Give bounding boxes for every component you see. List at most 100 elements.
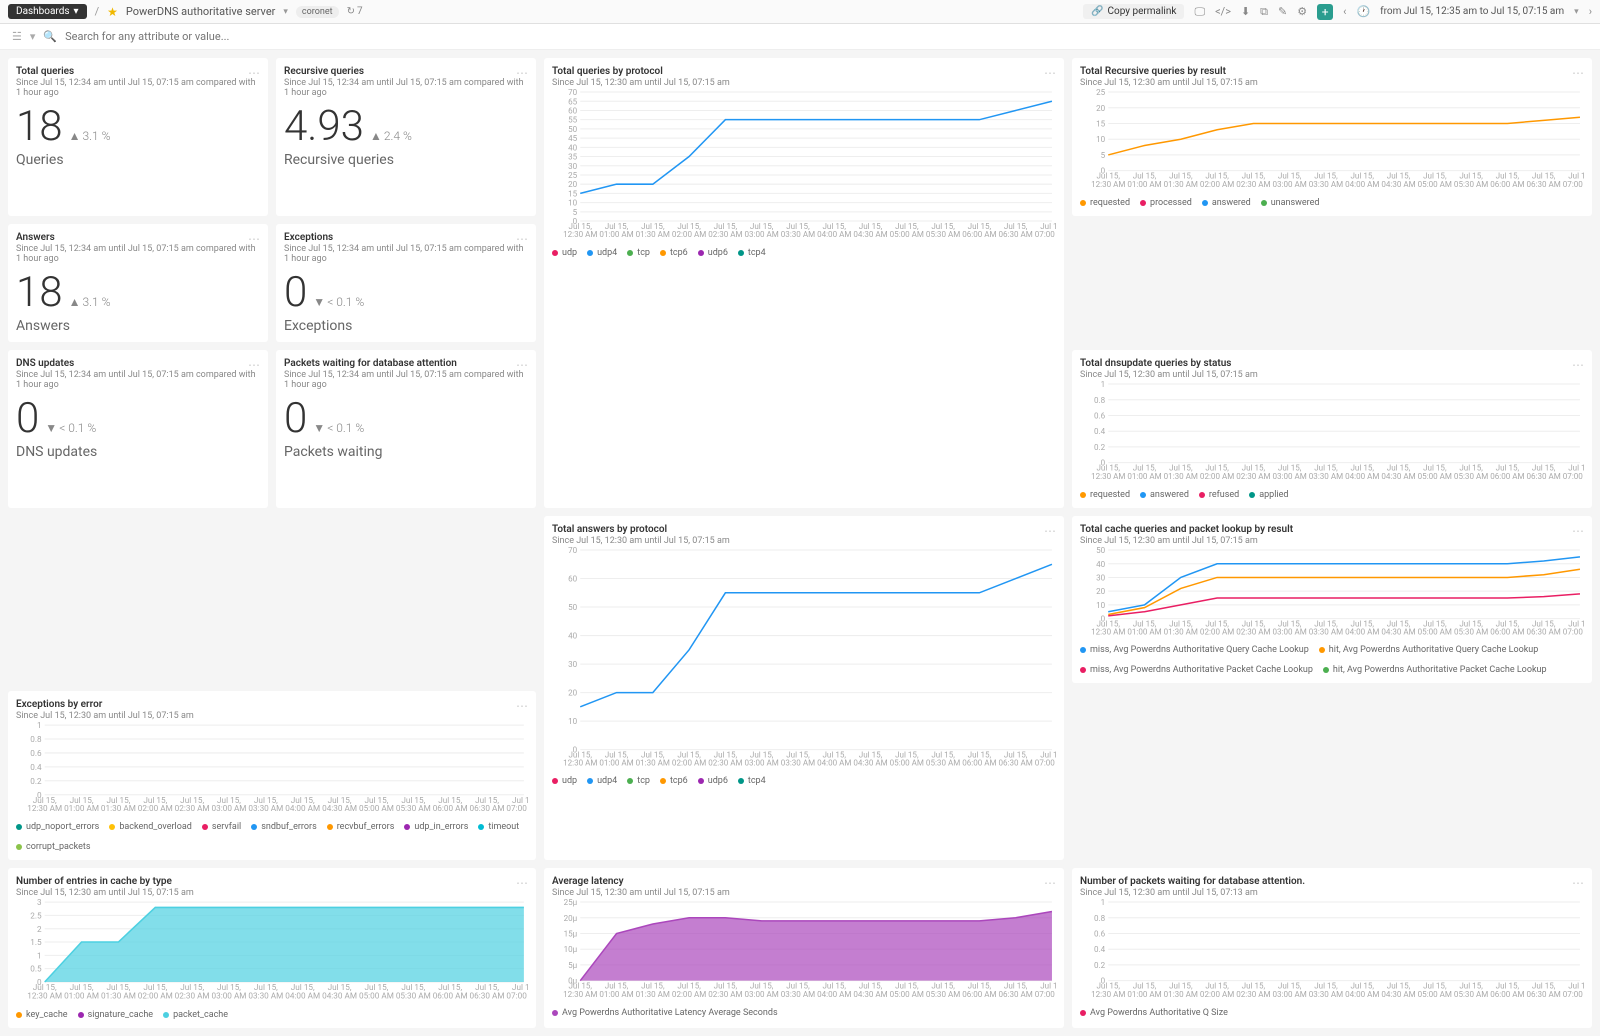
legend-item[interactable]: udp_noport_errors: [16, 822, 99, 832]
download-icon[interactable]: ⬇: [1241, 5, 1250, 18]
panel-menu-icon[interactable]: ⋯: [516, 66, 528, 80]
legend-item[interactable]: sndbuf_errors: [251, 822, 317, 832]
panel-menu-icon[interactable]: ⋯: [1572, 66, 1584, 80]
panel-menu-icon[interactable]: ⋯: [1572, 524, 1584, 538]
code-icon[interactable]: </>: [1215, 5, 1231, 18]
legend-item[interactable]: unanswered: [1261, 198, 1320, 208]
chart[interactable]: 00.20.40.60.81Jul 15,12:30 AMJul 15,01:0…: [1080, 380, 1584, 481]
svg-text:03:00 AM: 03:00 AM: [1273, 990, 1307, 999]
chevron-down-icon[interactable]: ▾: [1574, 7, 1579, 17]
panel-exceptions-by-error: Exceptions by error Since Jul 15, 12:30 …: [8, 691, 536, 860]
panel-menu-icon[interactable]: ⋯: [516, 699, 528, 713]
legend-item[interactable]: recvbuf_errors: [327, 822, 395, 832]
legend-item[interactable]: udp_in_errors: [404, 822, 468, 832]
settings-icon[interactable]: ⚙: [1297, 5, 1307, 18]
copy-permalink-button[interactable]: 🔗 Copy permalink: [1083, 4, 1184, 19]
refresh-indicator[interactable]: ↻ 7: [347, 6, 363, 17]
legend-item[interactable]: tcp: [627, 248, 650, 258]
svg-text:02:00 AM: 02:00 AM: [138, 991, 173, 1001]
svg-text:06:30 AM: 06:30 AM: [999, 758, 1033, 767]
filter-icon[interactable]: ☱: [12, 30, 22, 43]
copy-icon[interactable]: ⧉: [1260, 5, 1268, 19]
monitor-icon[interactable]: 🖵: [1194, 5, 1205, 19]
legend-item[interactable]: applied: [1249, 490, 1288, 500]
chart[interactable]: 00.511.522.53Jul 15,12:30 AMJul 15,01:00…: [16, 898, 528, 1000]
star-icon[interactable]: ★: [107, 5, 118, 19]
chart[interactable]: 00.20.40.60.81Jul 15,12:30 AMJul 15,01:0…: [16, 721, 528, 813]
chart[interactable]: 0510152025Jul 15,12:30 AMJul 15,01:00 AM…: [1080, 88, 1584, 189]
legend-item[interactable]: hit, Avg Powerdns Authoritative Packet C…: [1323, 665, 1547, 675]
legend-item[interactable]: timeout: [478, 822, 519, 832]
legend-item[interactable]: miss, Avg Powerdns Authoritative Query C…: [1080, 645, 1309, 655]
legend-dot: [738, 778, 744, 784]
svg-text:2: 2: [37, 924, 42, 934]
legend-item[interactable]: requested: [1080, 198, 1130, 208]
legend-item[interactable]: hit, Avg Powerdns Authoritative Query Ca…: [1319, 645, 1539, 655]
add-button[interactable]: +: [1317, 4, 1333, 20]
legend-item[interactable]: udp6: [698, 248, 728, 258]
dashboard-title[interactable]: PowerDNS authoritative server: [126, 5, 276, 18]
chart[interactable]: 01020304050Jul 15,12:30 AMJul 15,01:00 A…: [1080, 546, 1584, 637]
legend-item[interactable]: udp4: [587, 248, 617, 258]
svg-text:06:30 AM: 06:30 AM: [999, 990, 1033, 999]
panel-menu-icon[interactable]: ⋯: [516, 232, 528, 246]
next-icon[interactable]: ›: [1589, 5, 1592, 18]
svg-text:2.5: 2.5: [30, 911, 42, 921]
chevron-down-icon[interactable]: ▾: [283, 7, 288, 17]
legend-item[interactable]: Avg Powerdns Authoritative Q Size: [1080, 1008, 1228, 1018]
panel-menu-icon[interactable]: ⋯: [248, 66, 260, 80]
legend-item[interactable]: Avg Powerdns Authoritative Latency Avera…: [552, 1008, 778, 1018]
legend-item[interactable]: udp4: [587, 776, 617, 786]
legend-item[interactable]: requested: [1080, 490, 1130, 500]
chart[interactable]: 0µ5µ10µ15µ20µ25µJul 15,12:30 AMJul 15,01…: [552, 898, 1056, 999]
prev-icon[interactable]: ‹: [1343, 5, 1346, 18]
panel-menu-icon[interactable]: ⋯: [1044, 876, 1056, 890]
tag[interactable]: coronet: [296, 6, 339, 18]
legend-item[interactable]: servfail: [202, 822, 241, 832]
svg-text:05:30 AM: 05:30 AM: [1454, 627, 1488, 636]
legend-item[interactable]: tcp: [627, 776, 650, 786]
legend-item[interactable]: tcp6: [660, 248, 688, 258]
panel-menu-icon[interactable]: ⋯: [248, 358, 260, 372]
svg-text:06:00 AM: 06:00 AM: [1490, 990, 1524, 999]
svg-text:03:30 AM: 03:30 AM: [248, 991, 283, 1001]
legend-item[interactable]: answered: [1140, 490, 1189, 500]
legend-item[interactable]: refused: [1199, 490, 1239, 500]
legend-item[interactable]: miss, Avg Powerdns Authoritative Packet …: [1080, 665, 1313, 675]
chevron-down-icon[interactable]: ▾: [30, 30, 36, 43]
svg-text:0.6: 0.6: [30, 748, 42, 758]
legend-item[interactable]: key_cache: [16, 1010, 68, 1020]
legend-item[interactable]: backend_overload: [109, 822, 192, 832]
dashboards-dropdown[interactable]: Dashboards▾: [8, 4, 87, 19]
chart[interactable]: 010203040506070Jul 15,12:30 AMJul 15,01:…: [552, 546, 1056, 768]
legend-item[interactable]: signature_cache: [78, 1010, 154, 1020]
svg-text:10: 10: [568, 717, 578, 726]
legend-item[interactable]: corrupt_packets: [16, 842, 90, 852]
svg-text:06:30 AM: 06:30 AM: [470, 803, 505, 813]
panel-menu-icon[interactable]: ⋯: [1572, 876, 1584, 890]
chart[interactable]: 00.20.40.60.81Jul 15,12:30 AMJul 15,01:0…: [1080, 898, 1584, 999]
panel-dns-updates: DNS updates Since Jul 15, 12:34 am until…: [8, 350, 268, 508]
legend-item[interactable]: tcp4: [738, 248, 766, 258]
panel-menu-icon[interactable]: ⋯: [1044, 524, 1056, 538]
panel-menu-icon[interactable]: ⋯: [248, 232, 260, 246]
chart[interactable]: 0510152025303540455055606570Jul 15,12:30…: [552, 88, 1056, 239]
legend-item[interactable]: udp6: [698, 776, 728, 786]
legend-item[interactable]: udp: [552, 776, 577, 786]
legend-item[interactable]: udp: [552, 248, 577, 258]
panel-menu-icon[interactable]: ⋯: [516, 876, 528, 890]
panel-menu-icon[interactable]: ⋯: [1044, 66, 1056, 80]
panel-menu-icon[interactable]: ⋯: [1572, 358, 1584, 372]
svg-text:02:30 AM: 02:30 AM: [708, 230, 742, 239]
timerange-picker[interactable]: from Jul 15, 12:35 am to Jul 15, 07:15 a…: [1380, 6, 1564, 17]
legend-item[interactable]: packet_cache: [163, 1010, 228, 1020]
svg-text:01:30 AM: 01:30 AM: [101, 803, 136, 813]
edit-icon[interactable]: ✎: [1278, 5, 1287, 18]
legend-item[interactable]: tcp6: [660, 776, 688, 786]
legend-item[interactable]: answered: [1202, 198, 1251, 208]
search-input[interactable]: [65, 30, 1588, 43]
legend-item[interactable]: tcp4: [738, 776, 766, 786]
legend-item[interactable]: processed: [1140, 198, 1192, 208]
svg-text:01:30 AM: 01:30 AM: [1164, 180, 1198, 189]
panel-menu-icon[interactable]: ⋯: [516, 358, 528, 372]
